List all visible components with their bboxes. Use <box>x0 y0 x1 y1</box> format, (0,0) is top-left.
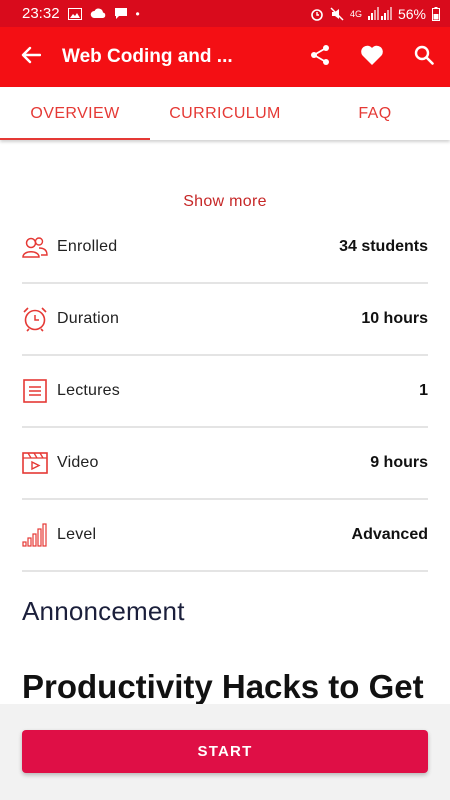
alarm-icon <box>310 7 324 21</box>
search-icon <box>414 45 434 70</box>
info-value: 1 <box>419 382 428 399</box>
info-label: Lectures <box>57 382 120 399</box>
video-icon <box>22 450 48 476</box>
info-row-video: Video 9 hours <box>22 428 428 500</box>
tab-curriculum[interactable]: CURRICULUM <box>150 87 300 140</box>
announcement-heading: Annoncement <box>22 596 185 626</box>
cloud-icon <box>90 8 106 19</box>
info-value: 10 hours <box>361 310 428 327</box>
start-button[interactable]: START <box>22 730 428 773</box>
course-info-list: Enrolled 34 students Duration 10 hours L… <box>22 212 428 572</box>
info-row-enrolled: Enrolled 34 students <box>22 212 428 284</box>
mute-icon <box>330 6 344 21</box>
users-icon <box>22 234 48 260</box>
tab-faq[interactable]: FAQ <box>300 87 450 140</box>
show-more-link[interactable]: Show more <box>0 193 450 211</box>
arrow-left-icon <box>21 46 42 69</box>
signal-bars-icon <box>22 522 48 548</box>
search-button[interactable] <box>398 27 450 87</box>
network-type: 4G <box>349 8 362 19</box>
info-row-duration: Duration 10 hours <box>22 284 428 356</box>
info-label: Video <box>57 454 99 471</box>
favorite-button[interactable] <box>346 27 398 87</box>
status-time: 23:32 <box>22 5 60 22</box>
signal-icon <box>367 7 392 20</box>
info-value: 34 students <box>339 238 428 255</box>
status-dot: • <box>135 6 140 21</box>
battery-percent: 56% <box>397 5 426 22</box>
info-label: Duration <box>57 310 120 327</box>
tab-bar: OVERVIEW CURRICULUM FAQ <box>0 87 450 140</box>
message-icon <box>114 7 128 20</box>
image-icon <box>67 7 82 20</box>
overview-content[interactable]: Show more Enrolled 34 students Duration … <box>0 140 450 704</box>
alarm-clock-icon <box>22 306 48 332</box>
tab-overview[interactable]: OVERVIEW <box>0 87 150 140</box>
page-title: Web Coding and ... <box>62 46 233 67</box>
article-title[interactable]: Productivity Hacks to Get <box>22 668 424 704</box>
back-button[interactable] <box>0 27 62 87</box>
info-row-lectures: Lectures 1 <box>22 356 428 428</box>
info-label: Enrolled <box>57 238 118 255</box>
info-value: Advanced <box>351 526 428 543</box>
info-label: Level <box>57 526 97 543</box>
info-row-level: Level Advanced <box>22 500 428 572</box>
share-button[interactable] <box>294 27 346 87</box>
bottom-bar: START <box>0 704 450 800</box>
list-icon <box>22 378 48 404</box>
share-icon <box>309 44 331 71</box>
battery-icon <box>432 6 440 21</box>
info-value: 9 hours <box>370 454 428 471</box>
heart-icon <box>360 44 384 71</box>
status-bar: 23:32 • 4G 56% <box>0 0 450 27</box>
app-bar: Web Coding and ... <box>0 27 450 87</box>
